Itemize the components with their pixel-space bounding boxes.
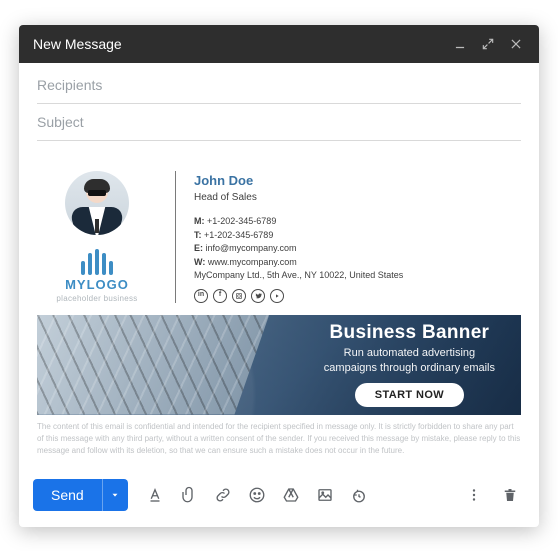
- address: MyCompany Ltd., 5th Ave., NY 10022, Unit…: [194, 269, 521, 283]
- facebook-icon[interactable]: f: [213, 289, 227, 303]
- instagram-icon[interactable]: [232, 289, 246, 303]
- image-icon[interactable]: [310, 480, 340, 510]
- logo-brand: MYLOGO: [65, 277, 129, 292]
- mobile-value: +1-202-345-6789: [207, 216, 276, 226]
- text-format-icon[interactable]: [140, 480, 170, 510]
- link-icon[interactable]: [208, 480, 238, 510]
- avatar: [65, 171, 129, 235]
- window-title: New Message: [33, 36, 441, 52]
- send-more-button[interactable]: [102, 479, 128, 511]
- youtube-icon[interactable]: [270, 289, 284, 303]
- promo-banner: Business Banner Run automated advertisin…: [37, 315, 521, 415]
- tel-value: +1-202-345-6789: [204, 230, 273, 240]
- banner-cta-button[interactable]: START NOW: [355, 383, 464, 407]
- email-label: E:: [194, 243, 203, 253]
- banner-subtitle: Run automated advertising campaigns thro…: [324, 346, 495, 376]
- trash-icon[interactable]: [495, 480, 525, 510]
- mobile-label: M:: [194, 216, 205, 226]
- minimize-icon[interactable]: [451, 35, 469, 53]
- signature-title: Head of Sales: [194, 190, 521, 205]
- message-body[interactable]: MYLOGO placeholder business John Doe Hea…: [19, 141, 539, 467]
- web-label: W:: [194, 257, 205, 267]
- company-logo: MYLOGO placeholder business: [56, 249, 137, 303]
- drive-icon[interactable]: [276, 480, 306, 510]
- tel-label: T:: [194, 230, 202, 240]
- email-value: info@mycompany.com: [206, 243, 297, 253]
- more-icon[interactable]: [459, 480, 489, 510]
- send-button[interactable]: Send: [33, 479, 102, 511]
- emoji-icon[interactable]: [242, 480, 272, 510]
- close-icon[interactable]: [507, 35, 525, 53]
- attach-icon[interactable]: [174, 480, 204, 510]
- twitter-icon[interactable]: [251, 289, 265, 303]
- subject-field[interactable]: Subject: [37, 104, 521, 141]
- expand-icon[interactable]: [479, 35, 497, 53]
- signature-name: John Doe: [194, 171, 521, 191]
- schedule-icon[interactable]: [344, 480, 374, 510]
- web-value: www.mycompany.com: [208, 257, 297, 267]
- logo-tagline: placeholder business: [56, 294, 137, 303]
- banner-title: Business Banner: [324, 322, 495, 344]
- disclaimer-text: The content of this email is confidentia…: [37, 421, 521, 457]
- recipients-field[interactable]: Recipients: [37, 67, 521, 104]
- linkedin-icon[interactable]: in: [194, 289, 208, 303]
- vertical-divider: [175, 171, 176, 303]
- logo-icon: [81, 249, 113, 275]
